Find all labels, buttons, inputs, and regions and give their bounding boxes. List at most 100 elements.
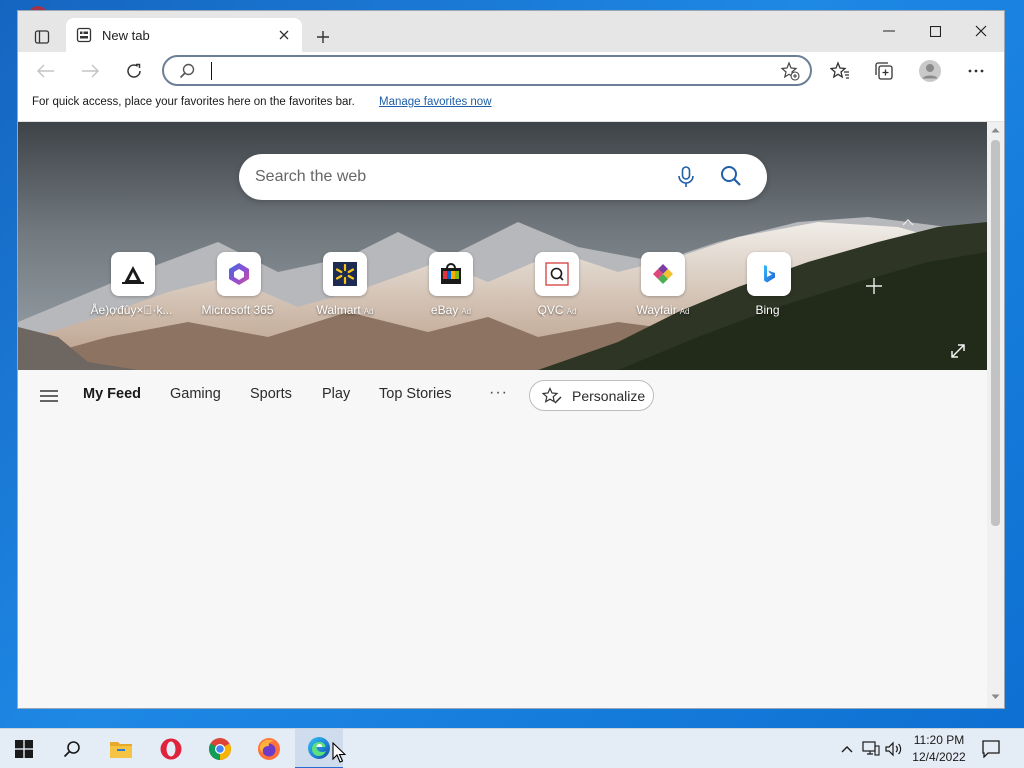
- tab-close-button[interactable]: [276, 27, 292, 43]
- tab-actions-button[interactable]: [28, 24, 56, 50]
- quick-link-label: Microsoft 365: [201, 303, 274, 317]
- expand-icon[interactable]: [950, 343, 966, 359]
- search-icon[interactable]: [720, 165, 742, 187]
- profile-button[interactable]: [915, 56, 945, 86]
- tab-play[interactable]: Play: [322, 386, 350, 402]
- forward-button[interactable]: [75, 56, 105, 86]
- new-tab-button[interactable]: [310, 24, 336, 50]
- show-hidden-icons-button[interactable]: [837, 739, 857, 759]
- wayfair-icon: [653, 264, 673, 284]
- search-icon: [179, 63, 195, 79]
- web-search-input[interactable]: [255, 167, 655, 187]
- system-clock[interactable]: 11:20 PM 12/4/2022: [904, 732, 974, 766]
- scroll-down-icon[interactable]: [991, 694, 1000, 700]
- quick-links: Åe)ợđûy×⃝·ķ... Microsoft 365 WalmartAd: [18, 252, 987, 322]
- collections-button[interactable]: [869, 56, 899, 86]
- feed-navigation: My Feed Gaming Sports Play Top Stories ·…: [18, 370, 987, 422]
- ad-badge: Ad: [679, 307, 690, 316]
- favorites-bar: For quick access, place your favorites h…: [18, 88, 1004, 122]
- refresh-button[interactable]: [119, 56, 149, 86]
- notifications-button[interactable]: [981, 739, 1001, 759]
- taskbar-chrome[interactable]: [196, 729, 244, 768]
- arrow-right-icon: [82, 64, 99, 78]
- more-horizontal-icon: [968, 69, 984, 73]
- scroll-up-icon[interactable]: [991, 127, 1000, 133]
- volume-button[interactable]: [884, 739, 904, 759]
- tab-strip: New tab: [18, 11, 1004, 52]
- quick-link-tile[interactable]: Bing: [719, 252, 819, 317]
- tab-gaming[interactable]: Gaming: [170, 386, 221, 402]
- quick-link-label: Åe)ợđûy×⃝·ķ...: [90, 303, 173, 317]
- manage-favorites-link[interactable]: Manage favorites now: [379, 96, 492, 108]
- browser-toolbar: [18, 52, 1004, 88]
- taskbar-file-explorer[interactable]: [97, 729, 145, 768]
- quick-link-label: Wayfair: [636, 303, 677, 317]
- address-bar[interactable]: [162, 55, 812, 86]
- settings-more-button[interactable]: [961, 56, 991, 86]
- taskbar: 11:20 PM 12/4/2022: [0, 728, 1024, 768]
- tab-my-feed[interactable]: My Feed: [83, 386, 141, 402]
- firefox-icon: [258, 738, 280, 760]
- add-quick-link-icon[interactable]: [864, 276, 884, 296]
- ebay-icon: [441, 263, 461, 284]
- tab-title: New tab: [102, 27, 150, 43]
- chevron-up-icon[interactable]: [900, 216, 916, 228]
- feed-more-button[interactable]: ···: [489, 384, 508, 402]
- taskbar-firefox[interactable]: [245, 729, 293, 768]
- tab-new-tab[interactable]: New tab: [66, 18, 302, 52]
- maximize-icon: [929, 25, 941, 37]
- minimize-button[interactable]: [866, 11, 912, 51]
- quick-link-tile[interactable]: QVC Ad: [507, 252, 607, 317]
- walmart-icon: [333, 262, 357, 286]
- maximize-button[interactable]: [912, 11, 958, 51]
- back-button[interactable]: [31, 56, 61, 86]
- start-icon: [15, 740, 33, 758]
- close-icon: [975, 25, 987, 37]
- quick-link-tile[interactable]: Microsoft 365: [189, 252, 289, 317]
- quick-link-label: Bing: [755, 303, 780, 317]
- address-input[interactable]: [210, 61, 770, 81]
- ad-badge: Ad: [363, 307, 374, 316]
- text-caret: [211, 62, 212, 80]
- personalize-button[interactable]: Personalize: [529, 380, 654, 411]
- favorites-bar-message: For quick access, place your favorites h…: [32, 96, 355, 108]
- pencil-star-icon: [542, 386, 562, 404]
- bing-icon: [764, 265, 775, 283]
- ad-badge: Ad: [461, 307, 472, 316]
- page-scrollbar[interactable]: [987, 122, 1004, 708]
- microphone-icon[interactable]: [677, 166, 695, 188]
- scrollbar-thumb[interactable]: [991, 140, 1000, 526]
- quick-link-tile[interactable]: eBay Ad: [401, 252, 501, 317]
- tab-actions-icon: [34, 30, 50, 44]
- network-button[interactable]: [861, 739, 881, 759]
- ad-badge: Ad: [566, 307, 577, 316]
- clock-time: 11:20 PM: [913, 733, 965, 747]
- quick-link-tile[interactable]: Åe)ợđûy×⃝·ķ...: [83, 252, 183, 317]
- close-icon: [279, 30, 289, 40]
- hamburger-menu-icon[interactable]: [40, 390, 58, 402]
- desktop-background: [0, 0, 18, 728]
- opera-icon: [160, 738, 182, 760]
- minimize-icon: [883, 30, 895, 32]
- tab-sports[interactable]: Sports: [250, 386, 292, 402]
- sign-icon: [122, 266, 144, 284]
- web-search-box[interactable]: [239, 154, 767, 200]
- search-icon: [63, 741, 80, 758]
- quick-link-tile[interactable]: Wayfair Ad: [613, 252, 713, 317]
- window-close-button[interactable]: [958, 11, 1004, 51]
- quick-link-tile[interactable]: Walmart Ad: [295, 252, 395, 317]
- edge-icon: [308, 737, 330, 759]
- start-button[interactable]: [0, 729, 48, 768]
- new-tab-page: Åe)ợđûy×⃝·ķ... Microsoft 365 WalmartAd: [18, 122, 987, 708]
- refresh-icon: [127, 63, 141, 78]
- taskbar-opera[interactable]: [147, 729, 195, 768]
- qvc-icon: [545, 262, 569, 286]
- tab-top-stories[interactable]: Top Stories: [379, 386, 452, 402]
- arrow-left-icon: [37, 64, 54, 78]
- add-favorite-icon[interactable]: [780, 61, 800, 81]
- favorites-star-icon: [830, 61, 849, 79]
- taskbar-search-button[interactable]: [48, 729, 96, 768]
- favorites-button[interactable]: [825, 56, 855, 86]
- clock-date: 12/4/2022: [912, 750, 966, 764]
- quick-link-label: eBay: [430, 303, 459, 317]
